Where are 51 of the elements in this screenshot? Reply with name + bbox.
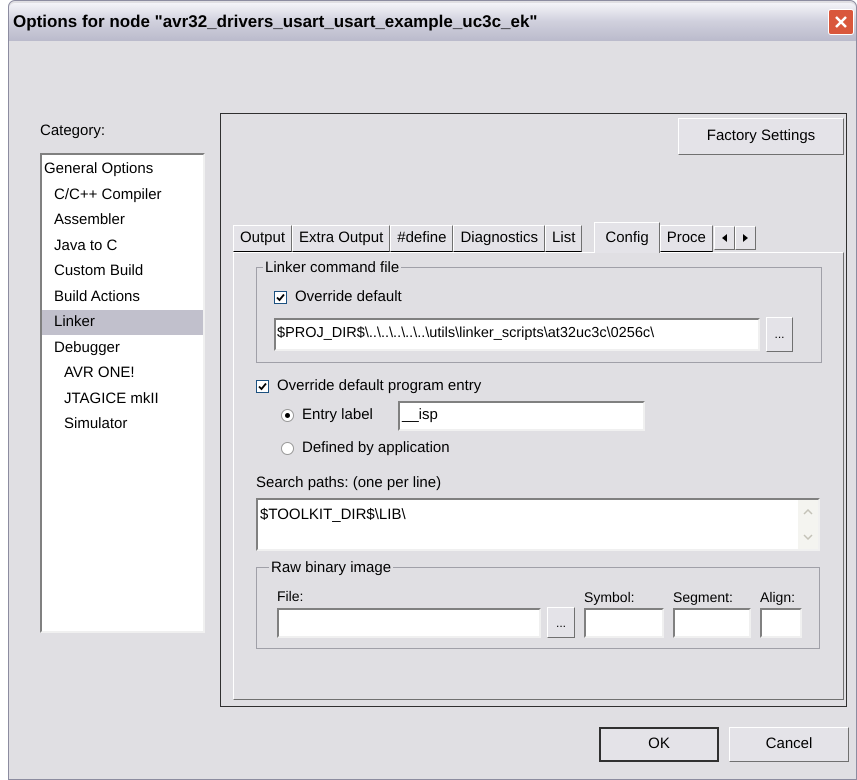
category-label: Category: [40, 121, 106, 141]
category-item[interactable]: Simulator [42, 412, 203, 437]
align-field[interactable] [760, 608, 802, 638]
search-paths-label: Search paths: (one per line) [256, 472, 442, 492]
category-item[interactable]: Linker [42, 310, 203, 335]
search-paths-field[interactable]: $TOOLKIT_DIR$\LIB\ [256, 498, 820, 551]
file-field[interactable] [277, 608, 541, 638]
factory-settings-button[interactable]: Factory Settings [678, 118, 844, 155]
close-icon [834, 15, 848, 29]
browse-button[interactable]: ... [766, 316, 793, 352]
tab[interactable]: Output [233, 225, 292, 252]
dialog-button[interactable]: Cancel [729, 727, 849, 762]
category-item[interactable]: Custom Build [42, 258, 203, 284]
category-item[interactable]: General Options [42, 156, 203, 182]
tab[interactable]: Proce [660, 225, 713, 252]
dialog-button[interactable]: OK [599, 727, 719, 762]
category-item[interactable]: Build Actions [42, 284, 203, 310]
segment-field[interactable] [673, 608, 751, 638]
tab[interactable]: List [545, 225, 582, 252]
tab[interactable]: #define [390, 225, 454, 252]
radio-label: Defined by application [302, 438, 450, 458]
close-button[interactable] [828, 9, 854, 35]
scroll-right-button[interactable] [734, 226, 756, 250]
category-item[interactable]: JTAGICE mkII [42, 386, 203, 412]
checkbox[interactable] [274, 290, 287, 304]
tab[interactable]: Extra Output [292, 225, 390, 252]
linker-file-field[interactable]: $PROJ_DIR$\..\..\..\..\..\utils\linker_scripts\at32uc3c\0256c\ [274, 318, 760, 350]
window-title: Options for node "avr32_drivers_usart_usart_example_uc3c_ek" [13, 11, 538, 34]
radio-button[interactable] [281, 442, 294, 455]
radio-button[interactable] [281, 409, 294, 422]
checkbox-label: Override default program entry [277, 376, 482, 396]
tab[interactable]: Diagnostics [453, 225, 546, 252]
category-item[interactable]: Debugger [42, 335, 203, 360]
browse-button[interactable]: ... [547, 607, 575, 638]
align-label: Align: [760, 588, 796, 607]
segment-label: Segment: [673, 588, 734, 607]
category-item[interactable]: Java to C [42, 233, 203, 258]
right-arrow-icon [742, 234, 748, 242]
scroll-left-button[interactable] [714, 226, 735, 250]
file-label: File: [277, 587, 304, 606]
category-item[interactable]: Assembler [42, 208, 203, 233]
checkbox[interactable] [256, 380, 269, 393]
category-item[interactable]: AVR ONE! [42, 360, 203, 386]
category-item[interactable]: C/C++ Compiler [42, 182, 203, 208]
symbol-label: Symbol: [584, 588, 636, 607]
radio-label: Entry label [302, 405, 374, 426]
checkbox-label: Override default [295, 287, 402, 307]
left-arrow-icon [722, 234, 727, 242]
entry-label-field[interactable]: __isp [398, 400, 645, 430]
symbol-field[interactable] [584, 608, 664, 638]
tab[interactable]: Config [594, 222, 660, 253]
